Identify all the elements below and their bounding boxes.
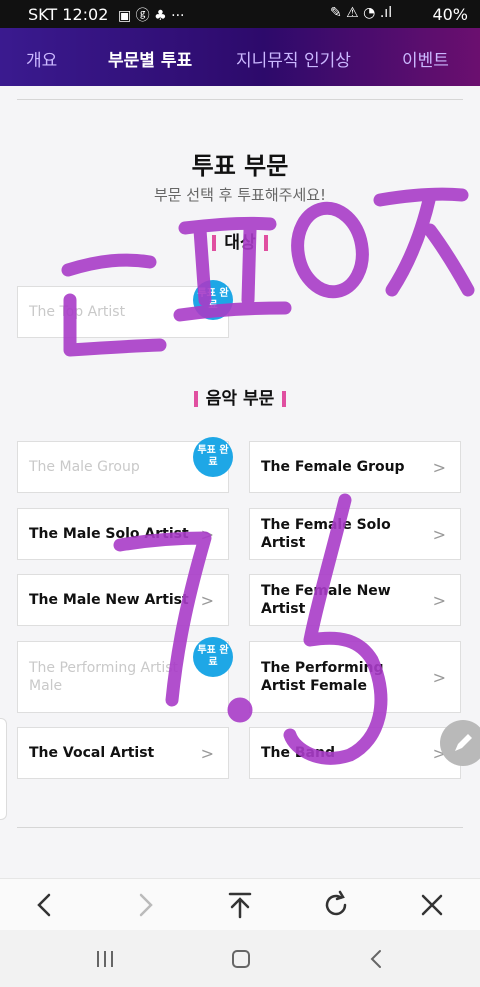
vote-complete-badge: 투표 완료 bbox=[193, 437, 233, 477]
pencil-icon bbox=[455, 734, 472, 751]
accent-bar bbox=[193, 391, 198, 407]
chevron-right-icon: > bbox=[432, 458, 446, 477]
vote-complete-badge: 투표 완료 bbox=[193, 637, 233, 677]
chevron-right-icon: > bbox=[200, 744, 214, 763]
vote-card-performing-female[interactable]: The Performing Artist Female > bbox=[249, 641, 461, 713]
card-label: The Male Solo Artist bbox=[29, 526, 189, 542]
card-label: The Performing Artist Female bbox=[261, 660, 384, 694]
status-bar: SKT 12:02 ▣ ⓖ ♣ ··· ✎ ⚠ ◔ .ıl 40% bbox=[0, 0, 480, 28]
card-label: The Top Artist bbox=[29, 304, 126, 320]
forward-icon[interactable] bbox=[126, 885, 166, 925]
refresh-icon[interactable] bbox=[316, 885, 356, 925]
tab-category-vote[interactable]: 부문별 투표 bbox=[108, 46, 192, 71]
card-label: The Female Group bbox=[261, 459, 405, 475]
scroll-top-icon[interactable] bbox=[220, 885, 260, 925]
divider bbox=[17, 99, 463, 100]
vote-card-female-new[interactable]: The Female New Artist > bbox=[249, 574, 461, 626]
card-label: The Female New Artist bbox=[261, 583, 391, 617]
category-tabs: 개요 부문별 투표 지니뮤직 인기상 이벤트 bbox=[0, 28, 480, 86]
vote-complete-badge: 투표 완료 bbox=[193, 280, 233, 320]
system-navigation-bar bbox=[0, 930, 480, 987]
vote-card-male-solo[interactable]: The Male Solo Artist > bbox=[17, 508, 229, 560]
battery-text: 40% bbox=[432, 5, 468, 24]
vote-card-female-solo[interactable]: The Female Solo Artist > bbox=[249, 508, 461, 560]
card-label: The Female Solo Artist bbox=[261, 517, 391, 551]
card-label: The Male New Artist bbox=[29, 592, 189, 608]
tab-genie-popularity[interactable]: 지니뮤직 인기상 bbox=[236, 46, 351, 71]
signal-icons: ✎ ⚠ ◔ .ıl bbox=[330, 5, 393, 21]
chevron-right-icon: > bbox=[432, 525, 446, 544]
close-icon[interactable] bbox=[412, 885, 452, 925]
card-label: The Vocal Artist bbox=[29, 745, 155, 761]
card-label: The Male Group bbox=[29, 459, 140, 475]
page-subtitle: 부문 선택 후 투표해주세요! bbox=[153, 186, 327, 204]
browser-toolbar bbox=[0, 878, 480, 931]
back-icon[interactable] bbox=[24, 885, 64, 925]
music-section-title: 음악 부문 bbox=[0, 384, 480, 409]
page-title: 투표 부문 bbox=[191, 152, 289, 180]
accent-bar bbox=[212, 235, 217, 251]
tab-overview[interactable]: 개요 bbox=[26, 46, 57, 71]
grand-prize-section-title: 대상 bbox=[0, 228, 480, 253]
recent-apps-icon[interactable] bbox=[90, 946, 120, 972]
notification-icons: ▣ ⓖ ♣ ··· bbox=[118, 8, 185, 24]
accent-bar bbox=[263, 235, 268, 251]
edit-fab[interactable] bbox=[440, 720, 480, 766]
tab-event[interactable]: 이벤트 bbox=[402, 46, 449, 71]
home-icon[interactable] bbox=[226, 946, 256, 972]
chevron-right-icon: > bbox=[200, 591, 214, 610]
vote-card-vocal[interactable]: The Vocal Artist > bbox=[17, 727, 229, 779]
card-label: The Band bbox=[261, 745, 335, 761]
chevron-right-icon: > bbox=[432, 591, 446, 610]
vote-card-male-new[interactable]: The Male New Artist > bbox=[17, 574, 229, 626]
carrier-time: SKT 12:02 bbox=[28, 5, 109, 24]
card-label: The Performing Artist Male bbox=[29, 660, 179, 694]
chevron-right-icon: > bbox=[200, 525, 214, 544]
chevron-right-icon: > bbox=[432, 668, 446, 687]
edge-panel-handle[interactable] bbox=[0, 718, 7, 820]
vote-card-female-group[interactable]: The Female Group > bbox=[249, 441, 461, 493]
system-back-icon[interactable] bbox=[362, 946, 392, 972]
divider bbox=[17, 827, 463, 828]
accent-bar bbox=[282, 391, 287, 407]
vote-card-band[interactable]: The Band > bbox=[249, 727, 461, 779]
